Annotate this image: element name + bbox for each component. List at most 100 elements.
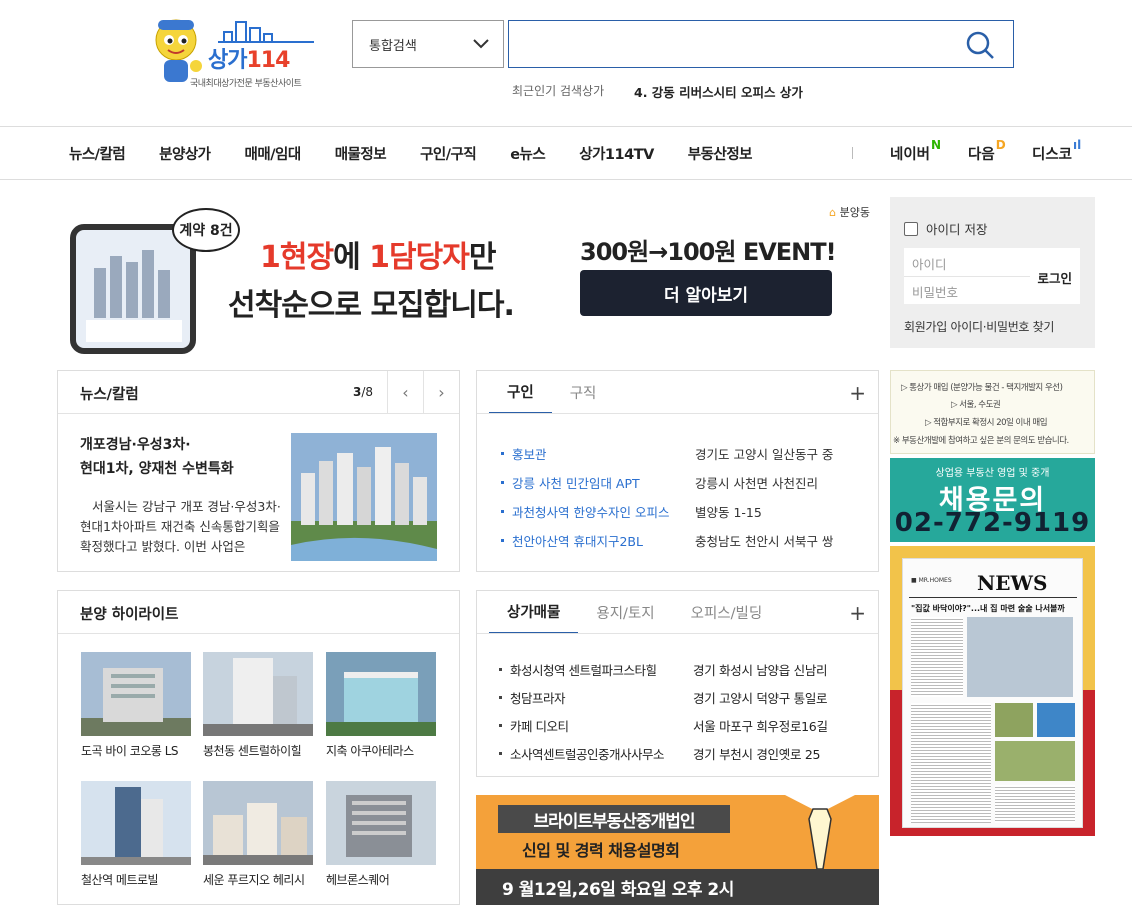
nav-separator [852,147,853,159]
tab-office[interactable]: 오피스/빌딩 [673,591,781,634]
account-links[interactable]: 회원가입 아이디·비밀번호 찾기 [904,318,1054,335]
ad-company-name: 브라이트부동산중개법인 [498,805,730,833]
ext-link-disco[interactable]: 디스코 ıl [1032,127,1081,179]
news-summary[interactable]: 서울시는 강남구 개포 경남·우성3차·현대1차아파트 재건축 신속통합기획을 … [80,497,292,557]
banner-headline-2: 선착순으로 모집합니다. [228,288,515,323]
news-panel: 뉴스/칼럼 3/8 ‹ › 개포경남·우성3차· 현대1차, 양재천 수변특화 서… [57,370,460,572]
home-icon: ⌂ [829,206,837,219]
panel-divider [477,413,878,414]
listings-panel: 상가매물 용지/토지 오피스/빌딩 + 화성시청역 센트럴파크스타힐 경기 화성시… [476,590,879,777]
disco-bars-icon: ıl [1073,138,1082,152]
necktie-icon [785,795,855,869]
list-item[interactable]: 카페 디오티 서울 마포구 희우정로16길 [499,711,869,739]
news-thumbnail[interactable] [291,433,437,561]
purchase-ad[interactable]: ▷ 통상가 매입 (분양가능 물건 - 택지개발지 우선) ▷ 서울, 수도권 … [890,370,1095,454]
nav-item-tv[interactable]: 상가114TV [579,143,654,164]
highlight-panel-title: 분양 하이라이트 [80,607,179,623]
building-photo-icon [81,652,191,736]
apartment-photo-icon [291,433,437,561]
newspaper-headline: "집값 바닥이야?"...내 집 마련 술술 나서볼까 [911,604,1065,613]
naver-n-icon: N [931,138,942,152]
highlight-caption: 도곡 바이 코오롱 LS [81,744,179,758]
banner-learn-more-button[interactable]: 더 알아보기 [580,270,832,316]
jobs-list: 홍보관 경기도 고양시 일산동구 중 강릉 사천 민간임대 APT 강릉시 사천면 … [501,439,861,555]
skyline-icon [218,21,314,43]
search-icon[interactable] [965,30,995,60]
ext-link-label: 디스코 [1032,146,1073,163]
highlight-item[interactable]: 도곡 바이 코오롱 LS [81,652,193,759]
nav-item-news[interactable]: 뉴스/칼럼 [69,143,126,164]
search-type-value: 통합검색 [369,38,417,54]
list-item[interactable]: 천안아산역 휴대지구2BL 충청남도 천안시 서북구 쌍 [501,526,861,555]
search-input[interactable] [509,21,949,65]
list-item[interactable]: 청담프라자 경기 고양시 덕양구 통일로 [499,683,869,711]
newspaper-ad[interactable]: ■ MR.HOMES NEWS "집값 바닥이야?"...내 집 마련 술술 나… [890,546,1095,836]
nav-divider-bottom [0,179,1132,180]
prev-page-button[interactable]: ‹ [387,371,423,413]
login-button[interactable]: 로그인 [1037,268,1072,287]
hiring-contact-ad[interactable]: 상업용 부동산 영업 및 중개 채용문의 02-772-9119 [890,458,1095,542]
ext-link-naver[interactable]: 네이버 N [890,127,941,179]
logo-tagline: 국내최대상가전문 부동산사이트 [190,79,302,89]
newspaper-title: NEWS [977,571,1048,595]
highlight-caption: 세운 푸르지오 헤리시 [203,873,305,887]
site-logo[interactable]: 상가114 국내최대상가전문 부동산사이트 [150,14,320,92]
banner-headline-1: 1현장에 1담당자만 [260,240,496,275]
list-item[interactable]: 화성시청역 센트럴파크스타힐 경기 화성시 남양읍 신남리 [499,655,869,683]
tab-land[interactable]: 용지/토지 [578,591,672,634]
list-item[interactable]: 강릉 사천 민간임대 APT 강릉시 사천면 사천진리 [501,468,861,497]
nav-item-enews[interactable]: e뉴스 [510,143,546,164]
tab-shop-listings[interactable]: 상가매물 [489,591,579,634]
tab-seeking[interactable]: 구직 [552,371,615,414]
building-photo-icon [203,652,313,736]
ad-subtitle: 신입 및 경력 채용설명회 [522,841,680,860]
checkbox-icon [904,221,918,236]
highlight-item[interactable]: 헤브론스퀘어 [326,781,438,888]
nav-item-trade[interactable]: 매매/임대 [245,143,302,164]
logo-brand: 상가114 [208,48,290,73]
more-plus-icon[interactable]: + [849,381,866,405]
daum-d-icon: D [995,138,1006,152]
tab-hiring[interactable]: 구인 [489,371,552,414]
news-panel-title: 뉴스/칼럼 [80,387,139,403]
password-field[interactable]: 비밀번호 [912,282,958,301]
nav-item-realestate-info[interactable]: 부동산정보 [688,143,753,164]
highlight-item[interactable]: 지축 아쿠아테라스 [326,652,438,759]
nav-item-presale[interactable]: 분양상가 [159,143,211,164]
ad-line: ※ 부동산개발에 참여하고 싶은 분의 문의도 받습니다. [893,436,1069,446]
building-photo-icon [203,781,313,865]
panel-divider [477,633,878,634]
save-id-checkbox[interactable]: 아이디 저장 [904,219,987,238]
nav-item-listings[interactable]: 매물정보 [335,143,387,164]
nav-item-jobs[interactable]: 구인/구직 [420,143,477,164]
highlight-caption: 헤브론스퀘어 [326,873,390,887]
more-plus-icon[interactable]: + [849,601,866,625]
list-item[interactable]: 홍보관 경기도 고양시 일산동구 중 [501,439,861,468]
list-item[interactable]: 과천청사역 한양수자인 오피스 별양동 1-15 [501,497,861,526]
highlight-item[interactable]: 세운 푸르지오 헤리시 [203,781,315,888]
ad-subtitle: 상업용 부동산 영업 및 중개 [935,468,1050,479]
promo-banner[interactable]: 계약 8건 1현장에 1담당자만 선착순으로 모집합니다. 300원→100원 … [68,198,874,354]
ad-schedule: 9 월12일,26일 화요일 오후 2시 [476,869,879,905]
chevron-down-icon [473,39,489,49]
highlight-item[interactable]: 철산역 메트로빌 [81,781,193,888]
field-divider [904,276,1030,277]
presale-highlight-panel: 분양 하이라이트 도곡 바이 코오롱 LS 봉천동 센트럴하이힐 지축 아쿠아테… [57,590,460,905]
login-box: 아이디 저장 아이디 비밀번호 로그인 회원가입 아이디·비밀번호 찾기 [890,197,1095,348]
search-type-select[interactable]: 통합검색 [352,20,504,68]
save-id-label: 아이디 저장 [926,222,988,237]
newspaper-masthead-mark: ■ MR.HOMES [911,577,952,584]
panel-divider [58,413,459,414]
ext-link-daum[interactable]: 다음 D [968,127,1006,179]
recruit-ad-banner[interactable]: 브라이트부동산중개법인 신입 및 경력 채용설명회 9 월12일,26일 화요일… [476,795,879,905]
id-field[interactable]: 아이디 [912,254,947,273]
ad-line: ▷ 서울, 수도권 [951,400,1001,410]
popular-item[interactable]: 4. 강동 리버스시티 오피스 상가 [634,82,803,101]
contract-badge: 계약 8건 [172,208,240,252]
list-item[interactable]: 소사역센트럴공인중개사사무소 경기 부천시 경인옛로 25 [499,739,869,767]
highlight-item[interactable]: 봉천동 센트럴하이힐 [203,652,315,759]
next-page-button[interactable]: › [423,371,459,413]
ad-line: ▷ 적합부지로 확정시 20일 이내 매입 [925,418,1048,428]
highlight-caption: 봉천동 센트럴하이힐 [203,744,302,758]
news-headline[interactable]: 개포경남·우성3차· 현대1차, 양재천 수변특화 [80,433,270,481]
